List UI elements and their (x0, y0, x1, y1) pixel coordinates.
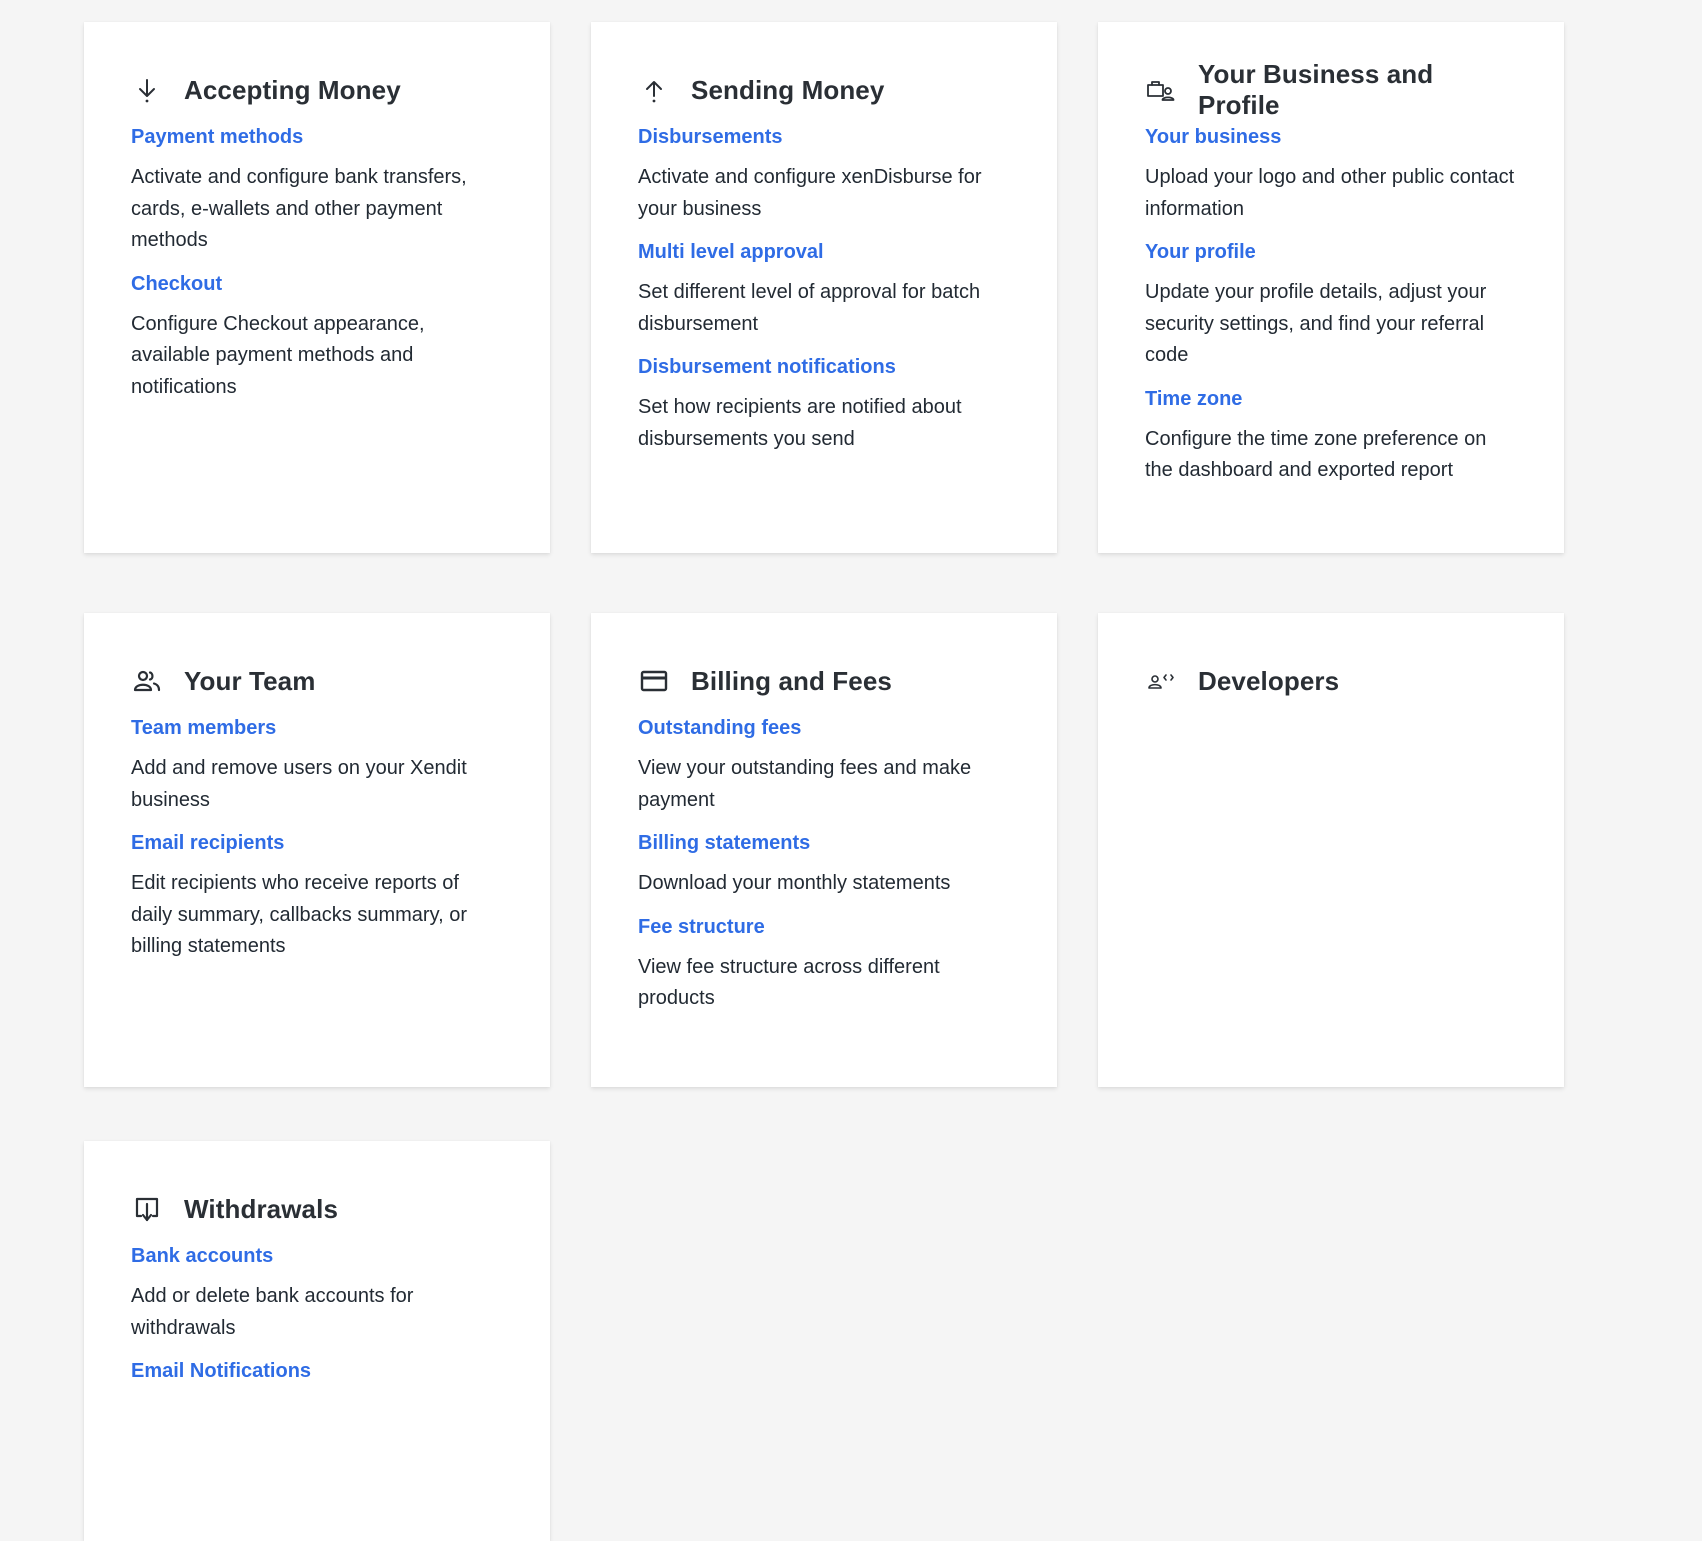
card-billing-and-fees: Billing and Fees Outstanding fees View y… (591, 613, 1057, 1087)
section-description: Download your monthly statements (638, 872, 951, 894)
card-title: Accepting Money (184, 74, 401, 105)
section-description: Add or delete bank accounts for withdraw… (131, 1285, 414, 1339)
card-business-and-profile: Your Business and Profile Your business … (1098, 22, 1564, 553)
section-checkout: Checkout Configure Checkout appearance, … (131, 269, 504, 404)
section-email-notifications: Email Notifications (131, 1356, 504, 1386)
card-title: Developers (1198, 665, 1340, 696)
card-sending-money: Sending Money Disbursements Activate and… (591, 22, 1057, 553)
card-title: Withdrawals (184, 1193, 339, 1224)
payment-methods-link[interactable]: Payment methods (131, 122, 504, 152)
section-billing-statements: Billing statements Download your monthly… (638, 828, 1011, 900)
card-header: Withdrawals (131, 1189, 504, 1229)
section-description: Set different level of approval for batc… (638, 281, 981, 335)
section-description: Activate and configure bank transfers, c… (131, 166, 467, 251)
card-header: Accepting Money (131, 70, 504, 110)
team-icon (131, 665, 163, 697)
email-recipients-link[interactable]: Email recipients (131, 828, 504, 858)
section-your-profile: Your profile Update your profile details… (1145, 237, 1518, 372)
time-zone-link[interactable]: Time zone (1145, 384, 1518, 414)
section-description: Configure Checkout appearance, available… (131, 312, 425, 398)
section-bank-accounts: Bank accounts Add or delete bank account… (131, 1241, 504, 1344)
bank-accounts-link[interactable]: Bank accounts (131, 1241, 504, 1271)
section-your-business: Your business Upload your logo and other… (1145, 122, 1518, 225)
card-title: Your Team (184, 665, 316, 696)
section-disbursement-notifications: Disbursement notifications Set how recip… (638, 352, 1011, 455)
outstanding-fees-link[interactable]: Outstanding fees (638, 713, 1011, 743)
card-title: Billing and Fees (691, 665, 892, 696)
card-header: Your Team (131, 661, 504, 701)
card-header: Developers (1145, 661, 1518, 701)
section-description: View your outstanding fees and make paym… (638, 757, 972, 811)
disbursements-link[interactable]: Disbursements (638, 122, 1011, 152)
section-multi-level-approval: Multi level approval Set different level… (638, 237, 1011, 340)
arrow-up-icon (638, 74, 670, 106)
card-withdrawals: Withdrawals Bank accounts Add or delete … (84, 1141, 550, 1541)
section-description: Set how recipients are notified about di… (638, 396, 962, 450)
section-description: Update your profile details, adjust your… (1145, 281, 1487, 366)
disbursement-notifications-link[interactable]: Disbursement notifications (638, 352, 1011, 382)
fee-structure-link[interactable]: Fee structure (638, 912, 1011, 942)
card-title: Your Business and Profile (1198, 59, 1434, 120)
card-accepting-money: Accepting Money Payment methods Activate… (84, 22, 550, 553)
business-profile-icon (1145, 74, 1177, 106)
arrow-down-icon (131, 74, 163, 106)
card-header: Billing and Fees (638, 661, 1011, 701)
billing-statements-link[interactable]: Billing statements (638, 828, 1011, 858)
settings-grid: Accepting Money Payment methods Activate… (84, 22, 1564, 1541)
section-description: Edit recipients who receive reports of d… (131, 872, 467, 957)
card-developers: Developers (1098, 613, 1564, 1087)
section-disbursements: Disbursements Activate and configure xen… (638, 122, 1011, 225)
card-title: Sending Money (691, 74, 885, 105)
card-header: Your Business and Profile (1145, 59, 1518, 120)
section-description: Upload your logo and other public contac… (1145, 166, 1515, 220)
email-notifications-link[interactable]: Email Notifications (131, 1356, 504, 1386)
checkout-link[interactable]: Checkout (131, 269, 504, 299)
section-description: Add and remove users on your Xendit busi… (131, 757, 467, 811)
section-description: Configure the time zone preference on th… (1145, 427, 1487, 482)
withdraw-icon (131, 1193, 163, 1225)
card-header: Sending Money (638, 70, 1011, 110)
section-email-recipients: Email recipients Edit recipients who rec… (131, 828, 504, 963)
section-team-members: Team members Add and remove users on you… (131, 713, 504, 816)
section-description: Activate and configure xenDisburse for y… (638, 166, 982, 220)
your-profile-link[interactable]: Your profile (1145, 237, 1518, 267)
developer-icon (1145, 665, 1177, 697)
your-business-link[interactable]: Your business (1145, 122, 1518, 152)
multi-level-approval-link[interactable]: Multi level approval (638, 237, 1011, 267)
section-fee-structure: Fee structure View fee structure across … (638, 912, 1011, 1015)
section-time-zone: Time zone Configure the time zone prefer… (1145, 384, 1518, 487)
section-description: View fee structure across different prod… (638, 955, 940, 1010)
section-outstanding-fees: Outstanding fees View your outstanding f… (638, 713, 1011, 816)
card-your-team: Your Team Team members Add and remove us… (84, 613, 550, 1087)
section-payment-methods: Payment methods Activate and configure b… (131, 122, 504, 257)
team-members-link[interactable]: Team members (131, 713, 504, 743)
credit-card-icon (638, 665, 670, 697)
